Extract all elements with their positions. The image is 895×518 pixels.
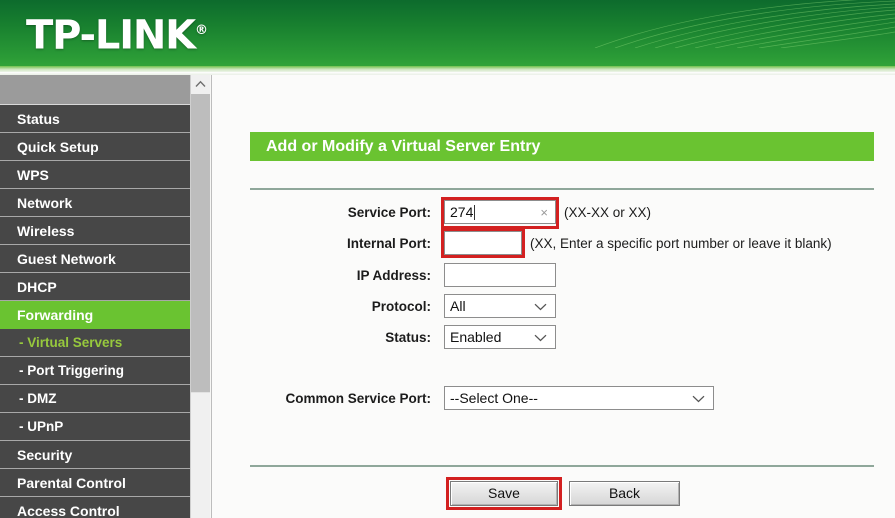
sidebar-item-forwarding[interactable]: Forwarding [0,301,190,329]
chevron-up-icon [195,80,206,87]
service-port-input[interactable]: 274 × [444,200,556,224]
sidebar-item-quick-setup[interactable]: Quick Setup [0,133,190,161]
service-port-value: 274 [450,204,474,220]
sidebar-item-parental-control[interactable]: Parental Control [0,469,190,497]
sidebar-menu-list: Status Quick Setup WPS Network Wireless Guest… [0,105,190,518]
scrollbar-thumb[interactable] [191,94,210,392]
common-service-port-select[interactable]: --Select One-- [444,386,714,410]
sidebar-top-strip [0,75,190,105]
sidebar-item-virtual-servers[interactable]: - Virtual Servers [0,329,190,357]
status-value: Enabled [450,329,502,345]
section-title: Add or Modify a Virtual Server Entry [250,132,874,161]
protocol-value: All [450,298,466,314]
internal-port-input[interactable] [444,231,522,255]
banner-wave-decoration [594,0,895,48]
main-content-panel: Add or Modify a Virtual Server Entry Ser… [211,75,895,518]
logo-text: TP-LINK [26,12,196,59]
chevron-down-icon [534,303,547,311]
common-service-port-value: --Select One-- [450,390,538,406]
sidebar-item-wireless[interactable]: Wireless [0,217,190,245]
page-header-banner: TP-LINK® [0,0,895,72]
scrollbar-track-divider [191,392,210,393]
sidebar-scrollbar[interactable] [190,75,210,518]
sidebar-item-dhcp[interactable]: DHCP [0,273,190,301]
sidebar-item-wps[interactable]: WPS [0,161,190,189]
save-button[interactable]: Save [450,481,558,506]
ip-address-input[interactable] [444,263,556,287]
chevron-down-icon [692,395,705,403]
sidebar-nav: Status Quick Setup WPS Network Wireless Guest… [0,75,190,518]
sidebar-item-guest-network[interactable]: Guest Network [0,245,190,273]
status-label: Status: [385,330,431,345]
back-button[interactable]: Back [569,481,680,506]
sidebar-item-status[interactable]: Status [0,105,190,133]
registered-mark: ® [194,23,208,38]
sidebar-item-security[interactable]: Security [0,441,190,469]
router-admin-page: TP-LINK® Status Quick Setup WPS Network Wire… [0,0,895,518]
common-service-port-label: Common Service Port: [285,391,431,406]
internal-port-hint: (XX, Enter a specific port number or lea… [530,236,832,251]
divider-top [250,188,874,190]
service-port-hint: (XX-XX or XX) [564,205,652,220]
clear-icon[interactable]: × [540,204,548,221]
protocol-select[interactable]: All [444,294,556,318]
protocol-label: Protocol: [371,299,431,314]
chevron-down-icon [534,334,547,342]
sidebar-item-access-control[interactable]: Access Control [0,497,190,518]
status-select[interactable]: Enabled [444,325,556,349]
divider-bottom [250,465,874,467]
sidebar-item-dmz[interactable]: - DMZ [0,385,190,413]
internal-port-label: Internal Port: [346,236,431,251]
sidebar-item-network[interactable]: Network [0,189,190,217]
text-caret [474,205,476,220]
sidebar-item-port-triggering[interactable]: - Port Triggering [0,357,190,385]
scrollbar-up-arrow-button[interactable] [191,75,210,94]
tplink-logo: TP-LINK® [26,7,208,59]
sidebar-item-upnp[interactable]: - UPnP [0,413,190,441]
service-port-label: Service Port: [347,205,431,220]
ip-address-label: IP Address: [356,268,431,283]
